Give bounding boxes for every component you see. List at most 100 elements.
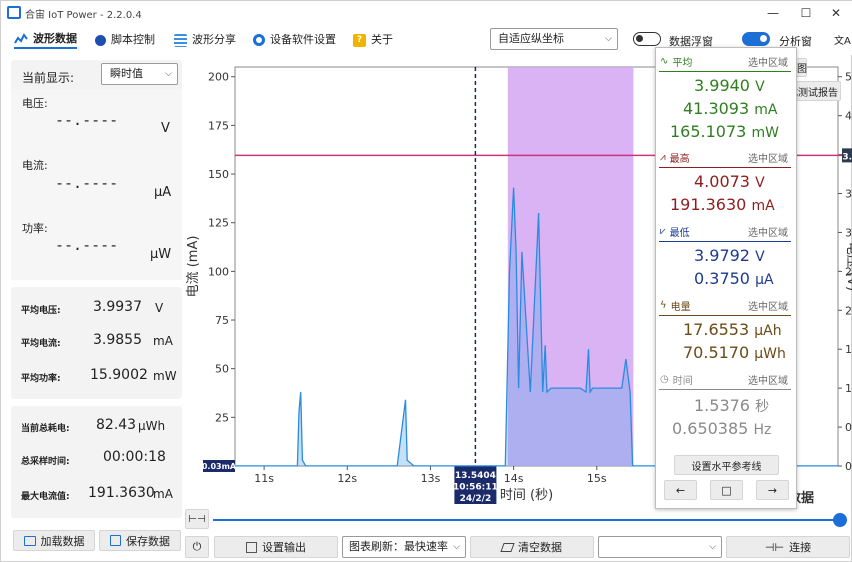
refresh-rate-value: 图表刷新：最快速率 — [349, 540, 448, 553]
set-reference-line-button[interactable]: 设置水平参考线 — [674, 455, 779, 475]
power-unit: μW — [150, 247, 172, 262]
timeline-slider-track[interactable] — [213, 519, 837, 521]
cursor-label: 10:56:11 — [453, 483, 498, 493]
app-logo-icon — [7, 6, 21, 19]
avg-section-header: ∿ 平均 选中区域 — [656, 50, 794, 72]
tab-label: 设备软件设置 — [270, 33, 336, 46]
chevron-down-icon: ⌵ — [709, 542, 716, 552]
y-tick-label: 25 — [215, 411, 229, 424]
axis-mode-value: 自适应纵坐标 — [498, 32, 564, 45]
nav-left-button[interactable]: ← — [664, 480, 697, 500]
settings-icon — [253, 34, 265, 46]
chevron-down-icon: ⌵ — [165, 69, 172, 79]
set-output-button[interactable]: 设置输出 — [214, 536, 338, 558]
peak-icon: ⩘ — [660, 152, 666, 163]
x-tick-label: 14s — [504, 472, 524, 485]
x-tick-label: 15s — [587, 472, 607, 485]
timeline-slider-handle[interactable] — [833, 513, 847, 527]
y-axis-label: 电流 (mA) — [186, 236, 201, 298]
tab-about[interactable]: ? 关于 — [353, 31, 393, 49]
power-button[interactable]: ⏻ — [185, 536, 209, 558]
clock-icon: ◷ — [660, 374, 669, 385]
max-current-unit: mA — [153, 487, 173, 501]
max-title: 最高 — [669, 154, 690, 165]
port-select[interactable]: ⌵ — [598, 536, 722, 558]
connect-button[interactable]: ⊣⊢ 连接 — [726, 536, 850, 558]
voltage-label: 电压: — [22, 97, 48, 110]
max-current: 191.3630 mA — [670, 195, 775, 214]
refresh-rate-select[interactable]: 图表刷新：最快速率 ⌵ — [342, 536, 466, 558]
window-title: 合宙 IoT Power - 2.2.0.4 — [25, 10, 142, 21]
y-tick-label: 125 — [208, 217, 229, 230]
y-tick-label: 175 — [208, 119, 229, 132]
nav-center-button[interactable]: □ — [710, 480, 743, 500]
y2-tick-label: 3 — [845, 226, 852, 239]
time-title: 时间 — [672, 376, 693, 387]
translate-icon[interactable]: 文A — [834, 32, 851, 47]
title-bar: 合宙 IoT Power - 2.2.0.4 — ☐ ✕ — [1, 1, 852, 25]
set-output-label: 设置输出 — [262, 541, 306, 554]
time-duration: 1.5376 秒 — [694, 396, 770, 415]
tab-script-control[interactable]: 脚本控制 — [95, 31, 155, 49]
avg-current-unit: mA — [153, 334, 173, 348]
max-section-header: ⩘ 最高 选中区域 — [656, 146, 794, 168]
avg-voltage-value: 3.9937 — [93, 299, 142, 315]
tab-waveform-share[interactable]: 波形分享 — [174, 31, 236, 49]
current-value: --.---- — [55, 174, 119, 192]
power-value: --.---- — [55, 236, 119, 254]
load-data-button[interactable]: 加载数据 — [13, 530, 95, 551]
y-tick-label: 50 — [215, 363, 229, 376]
wave-icon: ∿ — [660, 56, 669, 67]
axis-mode-select[interactable]: 自适应纵坐标 ⌵ — [490, 28, 618, 50]
maximize-button[interactable]: ☐ — [791, 4, 821, 22]
reference-badge-label: 3.99V — [842, 152, 852, 162]
current-label: 电流: — [22, 159, 48, 172]
display-mode-value: 瞬时值 — [110, 67, 143, 80]
y2-tick-label: 0 — [845, 460, 852, 473]
avg-scope: 选中区域 — [748, 58, 788, 69]
save-data-button[interactable]: 保存数据 — [99, 530, 181, 551]
y2-tick-label: 3.5 — [845, 188, 852, 201]
valley-icon: ⩗ — [660, 226, 666, 237]
averages-panel: 平均电压: 3.9937 V 平均电流: 3.9855 mA 平均功率: 15.… — [11, 287, 182, 399]
y-tick-label: 150 — [208, 168, 229, 181]
instant-readout: 电压: --.---- V 电流: --.---- μA 功率: --.----… — [11, 89, 182, 280]
time-section-header: ◷ 时间 选中区域 — [656, 368, 794, 390]
chart-icon — [14, 33, 28, 45]
instant-values-panel: 当前显示: 瞬时值 ⌵ 电压: --.---- V 电流: --.---- μA… — [11, 60, 182, 280]
tab-label: 脚本控制 — [111, 33, 155, 46]
minimize-button[interactable]: — — [758, 4, 788, 22]
plug-icon: ⊣⊢ — [764, 540, 785, 554]
x-axis-label: 时间 (秒) — [500, 488, 553, 503]
display-mode-select[interactable]: 瞬时值 ⌵ — [101, 63, 178, 85]
x-tick-label: 12s — [337, 472, 357, 485]
y2-tick-label: 1.5 — [845, 343, 852, 356]
total-energy-unit: μWh — [138, 419, 166, 433]
data-float-toggle[interactable] — [633, 32, 661, 46]
floor-label: 0.03mA — [202, 462, 237, 471]
load-data-label: 加载数据 — [40, 534, 85, 548]
avg-power-value: 15.9002 — [90, 367, 148, 383]
max-current-label: 最大电流值: — [21, 492, 70, 502]
analysis-toggle[interactable] — [742, 32, 770, 46]
fit-view-button[interactable]: ⊢⊣ — [185, 509, 209, 529]
clear-data-label: 清空数据 — [518, 541, 562, 554]
cursor-label: 13.5404 — [455, 471, 496, 481]
tab-waveform-data[interactable]: 波形数据 — [14, 31, 77, 49]
time-scope: 选中区域 — [748, 376, 788, 387]
clear-data-button[interactable]: 清空数据 — [470, 536, 594, 558]
y2-tick-label: 0.5 — [845, 421, 852, 434]
about-icon: ? — [353, 33, 366, 47]
energy-title: 电量 — [670, 302, 691, 313]
folder-icon — [23, 535, 36, 546]
avg-current: 41.3093 mA — [683, 99, 778, 118]
tab-device-settings[interactable]: 设备软件设置 — [253, 31, 336, 49]
voltage-unit: V — [161, 121, 170, 136]
y-tick-label: 75 — [215, 314, 229, 327]
bolt-icon: ϟ — [660, 300, 667, 311]
min-current: 0.3750 μA — [694, 269, 774, 288]
y2-tick-label: 5 — [845, 71, 852, 84]
cursor-label: 24/2/2 — [460, 494, 492, 504]
nav-right-button[interactable]: → — [756, 480, 789, 500]
close-button[interactable]: ✕ — [821, 4, 851, 22]
